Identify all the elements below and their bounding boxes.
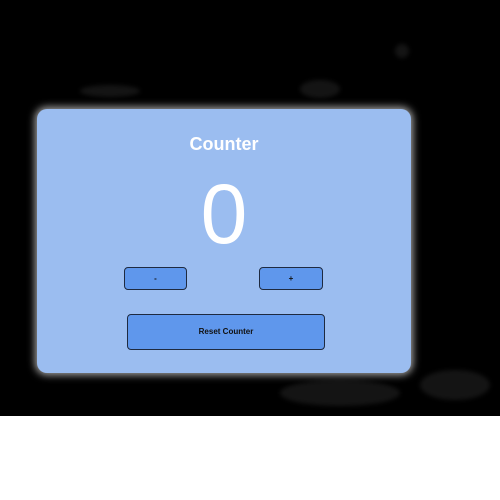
decrement-button[interactable]: - bbox=[124, 267, 187, 290]
counter-card: Counter 0 - + Reset Counter bbox=[37, 109, 411, 373]
backdrop-blur-speck bbox=[300, 80, 340, 98]
backdrop-blur-speck bbox=[420, 370, 490, 400]
backdrop-blur-speck bbox=[80, 85, 140, 97]
reset-counter-button[interactable]: Reset Counter bbox=[127, 314, 325, 350]
counter-title: Counter bbox=[189, 134, 259, 154]
increment-button[interactable]: + bbox=[259, 267, 323, 290]
backdrop-blur-speck bbox=[280, 380, 400, 406]
counter-value: 0 bbox=[200, 167, 248, 261]
backdrop-blur-speck bbox=[395, 44, 409, 58]
app-backdrop: Counter 0 - + Reset Counter bbox=[0, 0, 500, 416]
